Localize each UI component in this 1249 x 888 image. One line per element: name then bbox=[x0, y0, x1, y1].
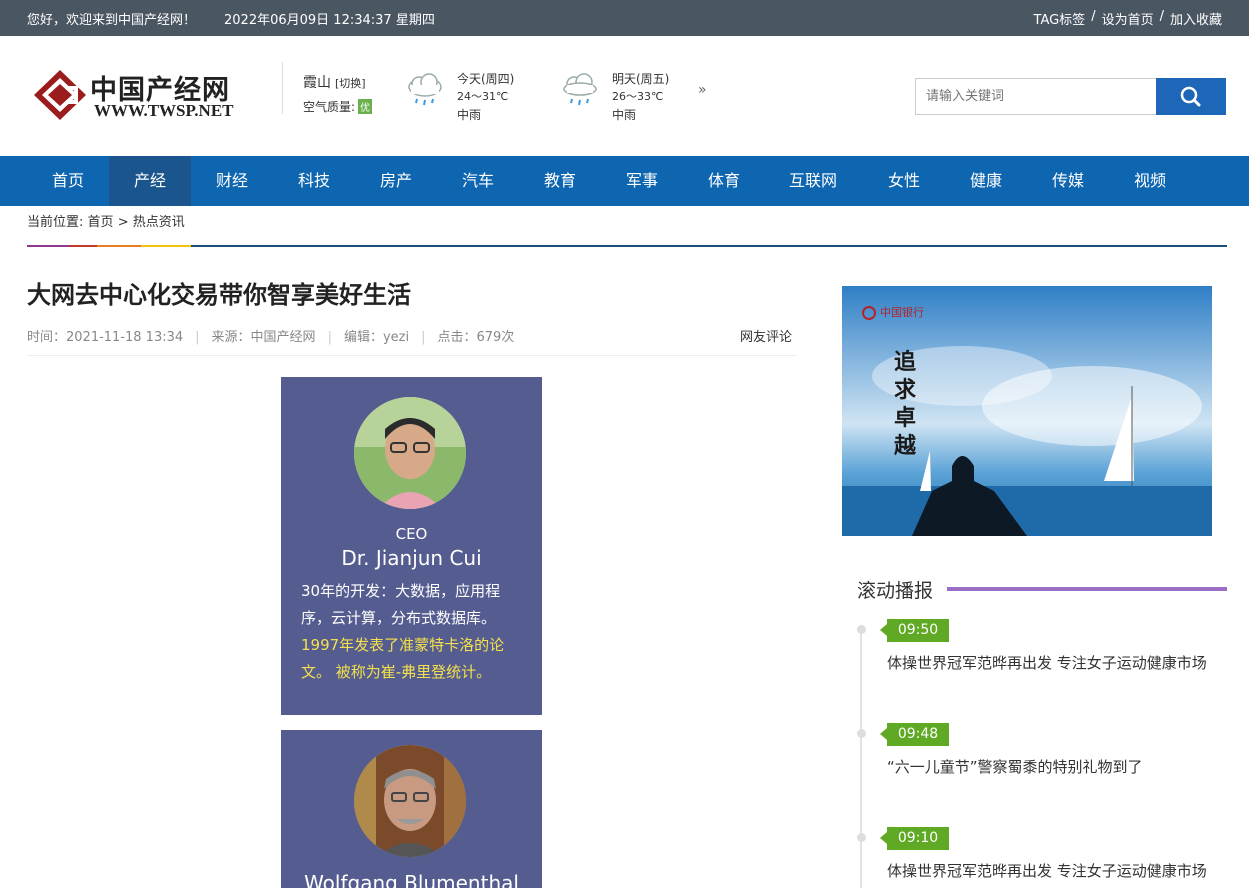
current-datetime: 2022年06月09日 12:34:37 星期四 bbox=[224, 13, 435, 28]
nav-item-home[interactable]: 首页 bbox=[27, 156, 109, 206]
ad-brand-text: 中国银行 bbox=[880, 306, 924, 319]
article-meta: 时间：2021-11-18 13:34 | 来源：中国产经网 | 编辑：yezi | 点击：… bbox=[27, 330, 515, 345]
breadcrumb: 当前位置: 首页 > 热点资讯 bbox=[27, 211, 185, 230]
nav-item-internet[interactable]: 互联网 bbox=[765, 156, 861, 206]
article-editor: 编辑：yezi bbox=[343, 330, 410, 345]
tag-link[interactable]: TAG标签 bbox=[1034, 9, 1086, 28]
profile-bio: 30年的开发：大数据，应用程序，云计算，分布式数据库。 1997年发表了准蒙特卡洛… bbox=[301, 578, 526, 686]
weather-day: 明天(周五) bbox=[612, 72, 670, 86]
search-input[interactable] bbox=[915, 78, 1157, 115]
weather-desc: 中雨 bbox=[457, 108, 482, 122]
air-quality-label: 空气质量: bbox=[303, 100, 356, 114]
set-homepage-link[interactable]: 设为首页 bbox=[1102, 9, 1154, 28]
header: 中国产经网 WWW.TWSP.NET 霞山 [切换] 空气质量: 优 今天(周四) … bbox=[0, 36, 1249, 156]
search-box bbox=[915, 78, 1226, 115]
nav-item-tech[interactable]: 科技 bbox=[273, 156, 355, 206]
profile-bio-highlight: 1997年发表了准蒙特卡洛的论文。 被称为崔-弗里登统计。 bbox=[301, 636, 505, 681]
main-nav: 首页 产经 财经 科技 房产 汽车 教育 军事 体育 互联网 女性 健康 传媒 … bbox=[0, 156, 1249, 206]
rain-cloud-icon bbox=[563, 73, 597, 106]
breadcrumb-label: 当前位置: bbox=[27, 215, 84, 230]
air-quality: 空气质量: 优 bbox=[303, 98, 373, 115]
bank-ad-banner[interactable]: 中国银行 追求卓越 bbox=[842, 286, 1212, 536]
weather-temp: 26～33℃ bbox=[612, 90, 664, 103]
logo-en-text: WWW.TWSP.NET bbox=[94, 101, 234, 120]
profile-card: Wolfgang Blumenthal bbox=[281, 730, 542, 888]
top-links: TAG标签 / 设为首页 / 加入收藏 bbox=[1034, 9, 1222, 28]
breadcrumb-current[interactable]: 热点资讯 bbox=[133, 215, 185, 230]
profile-name: Wolfgang Blumenthal bbox=[304, 871, 519, 888]
divider bbox=[282, 62, 283, 114]
news-headline[interactable]: 体操世界冠军范晔再出发 专注女子运动健康市场 bbox=[887, 857, 1227, 886]
timeline-line bbox=[860, 625, 862, 888]
nav-item-women[interactable]: 女性 bbox=[863, 156, 945, 206]
breadcrumb-home[interactable]: 首页 bbox=[88, 215, 114, 230]
timeline-dot bbox=[857, 833, 866, 842]
profile-card: CEO Dr. Jianjun Cui 30年的开发：大数据，应用程序，云计算，… bbox=[281, 377, 542, 715]
article-time: 时间：2021-11-18 13:34 bbox=[27, 330, 184, 345]
timeline-dot bbox=[857, 729, 866, 738]
site-logo[interactable]: 中国产经网 WWW.TWSP.NET bbox=[32, 66, 242, 124]
separator: / bbox=[1091, 9, 1096, 24]
news-time-badge: 09:50 bbox=[880, 619, 949, 642]
welcome-text: 您好，欢迎来到中国产经网！ bbox=[27, 13, 197, 28]
nav-item-health[interactable]: 健康 bbox=[945, 156, 1027, 206]
weather-desc: 中雨 bbox=[612, 108, 637, 122]
nav-item-media[interactable]: 传媒 bbox=[1027, 156, 1109, 206]
nav-item-realestate[interactable]: 房产 bbox=[355, 156, 437, 206]
search-button[interactable] bbox=[1156, 78, 1226, 115]
nav-item-education[interactable]: 教育 bbox=[519, 156, 601, 206]
avatar bbox=[354, 745, 466, 857]
profile-role: CEO bbox=[395, 525, 428, 543]
nav-item-sports[interactable]: 体育 bbox=[683, 156, 765, 206]
weather-city: 霞山 [切换] bbox=[303, 72, 366, 92]
weather-temp: 24～31℃ bbox=[457, 90, 509, 103]
rain-cloud-icon bbox=[408, 73, 442, 106]
avatar bbox=[354, 397, 466, 509]
search-icon bbox=[1180, 86, 1201, 107]
double-chevron-right-icon[interactable]: » bbox=[698, 82, 707, 98]
comment-link[interactable]: 网友评论 bbox=[740, 326, 792, 345]
weather-day: 今天(周四) bbox=[457, 72, 515, 86]
separator: / bbox=[1159, 9, 1164, 24]
profile-bio-text: 30年的开发：大数据，应用程序，云计算，分布式数据库。 bbox=[301, 582, 501, 627]
nav-item-video[interactable]: 视频 bbox=[1109, 156, 1191, 206]
ad-slogan-text: 追求卓越 bbox=[894, 349, 917, 459]
nav-item-military[interactable]: 军事 bbox=[601, 156, 683, 206]
section-title-underline bbox=[947, 587, 1227, 591]
article-source: 来源：中国产经网 bbox=[211, 330, 316, 345]
timeline-dot bbox=[857, 625, 866, 634]
top-bar: 您好，欢迎来到中国产经网！ 2022年06月09日 12:34:37 星期四 T… bbox=[0, 0, 1249, 36]
news-time-badge: 09:48 bbox=[880, 723, 949, 746]
nav-item-finance[interactable]: 财经 bbox=[191, 156, 273, 206]
news-time-badge: 09:10 bbox=[880, 827, 949, 850]
article-title: 大网去中心化交易带你智享美好生活 bbox=[27, 281, 411, 309]
divider bbox=[27, 355, 797, 356]
breadcrumb-separator: > bbox=[117, 215, 129, 230]
city-name: 霞山 bbox=[303, 75, 331, 91]
profile-name: Dr. Jianjun Cui bbox=[341, 546, 482, 570]
air-quality-badge: 优 bbox=[358, 99, 373, 114]
news-headline[interactable]: “六一儿童节”警察蜀黍的特别礼物到了 bbox=[887, 753, 1227, 782]
decorative-color-line bbox=[27, 245, 1227, 247]
city-switch-link[interactable]: [切换] bbox=[335, 77, 366, 90]
news-headline[interactable]: 体操世界冠军范晔再出发 专注女子运动健康市场 bbox=[887, 649, 1227, 678]
nav-item-industry[interactable]: 产经 bbox=[109, 156, 191, 206]
add-favorite-link[interactable]: 加入收藏 bbox=[1170, 9, 1222, 28]
logo-mark-icon bbox=[34, 70, 86, 120]
section-title: 滚动播报 bbox=[857, 580, 934, 602]
article-clicks: 点击：679次 bbox=[437, 330, 515, 345]
nav-item-auto[interactable]: 汽车 bbox=[437, 156, 519, 206]
